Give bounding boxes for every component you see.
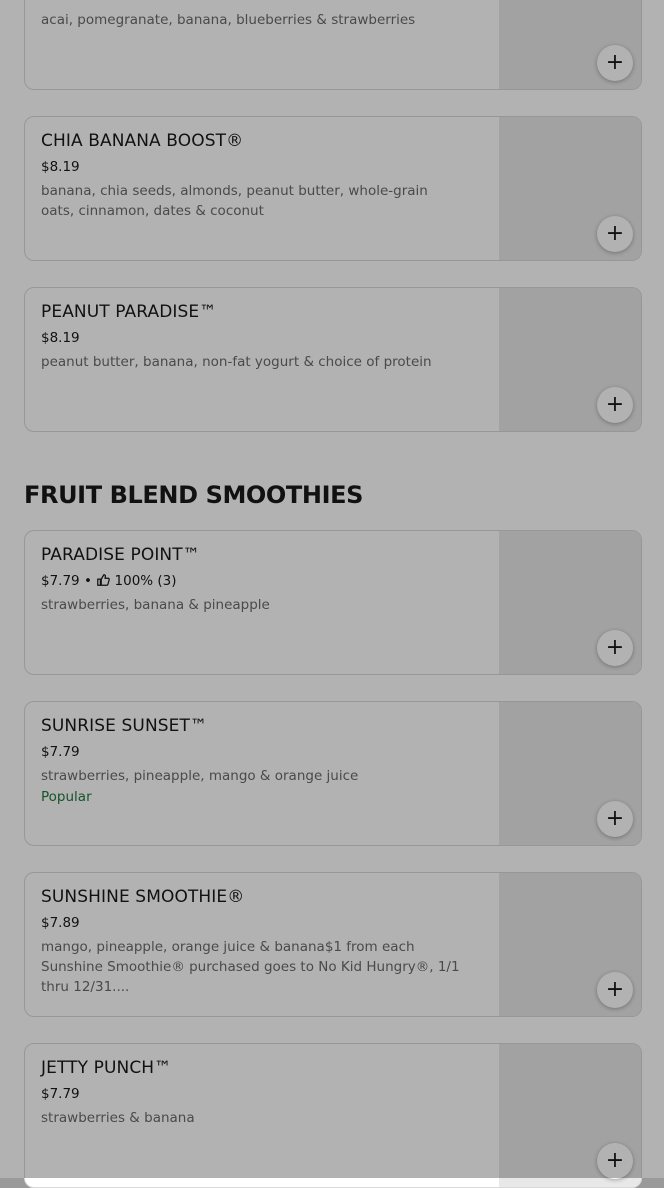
- item-name: JETTY PUNCH™: [41, 1058, 172, 1078]
- item-price: $7.89: [41, 915, 80, 931]
- item-description: strawberries & banana: [41, 1110, 195, 1126]
- plus-icon: +: [605, 50, 625, 75]
- add-item-button[interactable]: +: [597, 387, 633, 423]
- plus-icon: +: [605, 635, 625, 660]
- menu-item-card[interactable]: PEANUT PARADISE™ $8.19 peanut butter, ba…: [24, 287, 642, 432]
- plus-icon: +: [605, 392, 625, 417]
- item-name: PARADISE POINT™: [41, 545, 200, 565]
- item-description: peanut butter, banana, non-fat yogurt & …: [41, 354, 432, 370]
- item-description: banana, chia seeds, almonds, peanut butt…: [41, 183, 428, 219]
- plus-icon: +: [605, 221, 625, 246]
- popular-badge: Popular: [41, 789, 92, 805]
- plus-icon: +: [605, 1148, 625, 1173]
- add-item-button[interactable]: +: [597, 216, 633, 252]
- item-price: $8.19: [41, 159, 80, 175]
- item-name: SUNRISE SUNSET™: [41, 716, 208, 736]
- item-name: PEANUT PARADISE™: [41, 302, 217, 322]
- menu-item-card[interactable]: SUNSHINE SMOOTHIE® $7.89 mango, pineappl…: [24, 872, 642, 1017]
- add-item-button[interactable]: +: [597, 972, 633, 1008]
- menu-page: acai, pomegranate, banana, blueberries &…: [0, 0, 664, 1188]
- item-description: strawberries, banana & pineapple: [41, 597, 270, 613]
- thumbs-up-icon: [97, 574, 111, 586]
- add-item-button[interactable]: +: [597, 1143, 633, 1179]
- plus-icon: +: [605, 977, 625, 1002]
- item-description: strawberries, pineapple, mango & orange …: [41, 768, 359, 784]
- menu-item-card[interactable]: acai, pomegranate, banana, blueberries &…: [24, 0, 642, 90]
- item-name: SUNSHINE SMOOTHIE®: [41, 887, 245, 907]
- add-item-button[interactable]: +: [597, 45, 633, 81]
- menu-item-card[interactable]: JETTY PUNCH™ $7.79 strawberries & banana…: [24, 1043, 642, 1188]
- item-description: mango, pineapple, orange juice & banana$…: [41, 939, 460, 995]
- item-name: CHIA BANANA BOOST®: [41, 131, 244, 151]
- plus-icon: +: [605, 806, 625, 831]
- item-price: $7.79: [41, 573, 80, 589]
- item-price: $8.19: [41, 330, 80, 346]
- add-item-button[interactable]: +: [597, 630, 633, 666]
- rating-value: 100% (3): [114, 573, 177, 589]
- section-title: FRUIT BLEND SMOOTHIES: [24, 481, 364, 509]
- menu-item-card[interactable]: CHIA BANANA BOOST® $8.19 banana, chia se…: [24, 116, 642, 261]
- item-description: acai, pomegranate, banana, blueberries &…: [41, 12, 416, 28]
- rating-separator: •: [83, 573, 92, 589]
- menu-item-card[interactable]: SUNRISE SUNSET™ $7.79 strawberries, pine…: [24, 701, 642, 846]
- menu-item-card[interactable]: PARADISE POINT™ $7.79 • 100% (3) strawbe…: [24, 530, 642, 675]
- add-item-button[interactable]: +: [597, 801, 633, 837]
- item-meta: $7.79 • 100% (3): [41, 573, 177, 589]
- item-price: $7.79: [41, 1086, 80, 1102]
- item-price: $7.79: [41, 744, 80, 760]
